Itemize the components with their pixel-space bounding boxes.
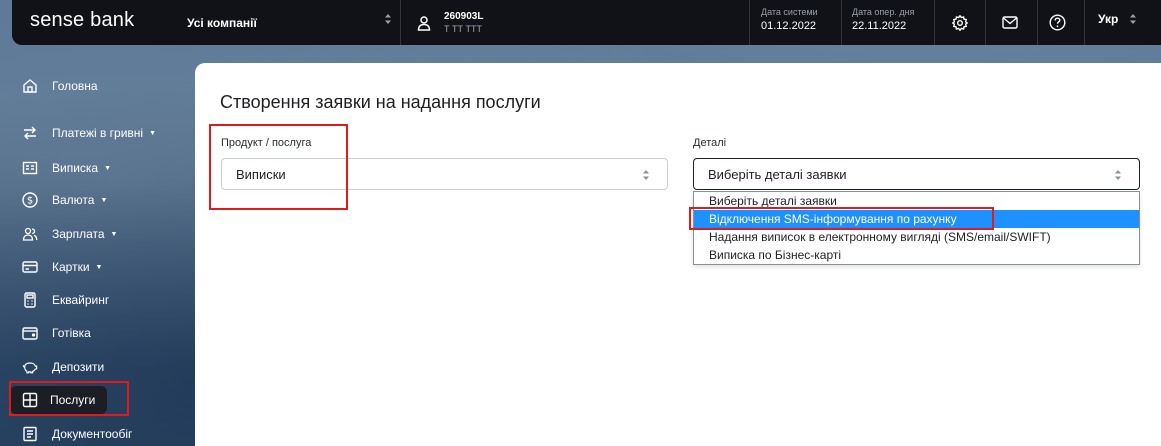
sidebar-item-home[interactable]: Головна [22,74,98,98]
system-date-label: Дата системи [761,7,818,17]
product-select-value: Виписки [236,166,286,182]
caret-down-icon: ▼ [95,263,103,271]
user-account[interactable]: 260903L Т ТТ ТТТ [416,0,483,45]
sidebar-item-acquiring[interactable]: Еквайринг [22,288,109,312]
home-icon [22,78,38,94]
details-select[interactable]: Виберіть деталі заявки [693,158,1140,190]
svg-text:$: $ [27,196,33,207]
company-select-label: Усі компанії [187,15,257,30]
header-divider [1037,0,1038,45]
details-label: Деталі [693,137,727,149]
oper-day-label: Дата опер. дня [852,7,915,17]
transfer-arrows-icon [22,125,38,141]
main-panel: Створення заявки на надання послуги Прод… [195,63,1161,446]
caret-down-icon: ▼ [110,230,118,238]
page-title: Створення заявки на надання послуги [220,92,541,112]
header-divider [749,0,750,45]
user-icon [416,15,432,31]
sidebar-item-label: Валюта [52,193,95,207]
caret-down-icon: ▼ [104,164,112,172]
sort-arrows-icon [384,13,392,25]
user-name: Т ТТ ТТТ [444,24,482,34]
top-bar: sense bank Усі компанії 260903L Т ТТ ТТТ… [12,0,1161,45]
sidebar-item-label: Зарплата [52,227,105,241]
dropdown-option[interactable]: Надання виписок в електронному вигляді (… [694,228,1139,246]
sidebar-item-label: Картки [52,260,90,274]
sidebar-item-label: Готівка [52,326,91,340]
header-divider [400,0,401,45]
sidebar-item-label: Еквайринг [52,293,110,307]
sidebar-item-label: Головна [52,79,98,93]
header-divider [841,0,842,45]
sidebar-item-cash[interactable]: Готівка [22,321,91,345]
dropdown-option-highlighted[interactable]: Відключення SMS-інформування по рахунку [694,210,1139,228]
sort-arrows-icon [1129,13,1137,25]
details-select-value: Виберіть деталі заявки [708,166,847,182]
settings-button[interactable] [946,0,974,45]
messages-button[interactable] [996,0,1024,45]
sidebar-item-currency[interactable]: $ Валюта ▼ [22,188,107,212]
dropdown-option[interactable]: Виберіть деталі заявки [694,192,1139,210]
sidebar-item-label: Платежі в гривні [52,126,144,140]
product-label: Продукт / послуга [221,137,312,149]
caret-down-icon: ▼ [100,196,108,204]
wallet-icon [22,325,38,341]
sidebar-item-deposits[interactable]: Депозити [22,355,104,379]
piggy-bank-icon [22,359,38,375]
header-divider [1084,0,1085,45]
company-select[interactable]: Усі компанії [187,0,400,45]
details-dropdown: Виберіть деталі заявки Відключення SMS-і… [693,191,1140,265]
language-select[interactable]: Укр [1098,12,1118,26]
grid-icon [22,392,38,408]
sort-arrows-icon [1114,169,1122,181]
envelope-icon [1002,16,1018,29]
sidebar-item-payments[interactable]: Платежі в гривні ▼ [22,121,156,145]
sidebar-item-documents[interactable]: Документообіг [22,422,132,446]
user-account-number: 260903L [444,11,484,22]
dollar-icon: $ [22,192,38,208]
sidebar-item-services[interactable]: Послуги [10,386,108,414]
terminal-icon [22,292,38,308]
system-date-value: 01.12.2022 [761,20,817,32]
logo: sense bank [30,9,135,31]
sidebar-item-statement[interactable]: Виписка ▼ [22,156,111,180]
people-icon [22,226,38,242]
product-select[interactable]: Виписки [221,158,668,190]
sidebar-item-label: Виписка [52,161,99,175]
header-divider [985,0,986,45]
sidebar-item-cards[interactable]: Картки ▼ [22,255,102,279]
dropdown-option[interactable]: Виписка по Бізнес-карті [694,246,1139,264]
oper-day-value: 22.11.2022 [852,20,907,32]
statement-icon [22,160,38,176]
sort-arrows-icon [642,169,650,181]
help-icon [1048,14,1066,31]
card-icon [22,259,38,275]
system-date: Дата системи 01.12.2022 [761,7,818,32]
gear-icon [952,14,968,31]
header-divider [934,0,935,45]
sidebar-item-label: Документообіг [52,427,133,441]
sidebar-item-label: Послуги [50,393,96,407]
help-button[interactable] [1043,0,1071,45]
sidebar-item-salary[interactable]: Зарплата ▼ [22,222,117,246]
oper-day-date: Дата опер. дня 22.11.2022 [852,7,914,32]
document-icon [22,426,38,442]
caret-down-icon: ▼ [149,129,157,137]
sidebar-item-label: Депозити [52,360,105,374]
